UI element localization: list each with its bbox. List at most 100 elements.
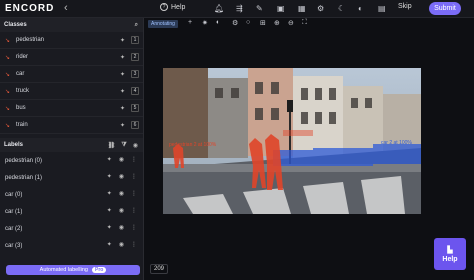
label-name: car (1) (5, 208, 23, 215)
wand-icon[interactable]: ✦ (120, 105, 125, 112)
eye-icon[interactable]: ◉ (119, 173, 124, 180)
more-icon[interactable]: ⋮ (131, 207, 137, 214)
wand-icon[interactable]: ✦ (107, 190, 112, 197)
label-item[interactable]: car (1) ✦ ◉ ⋮ (0, 203, 143, 220)
label-item[interactable]: pedestrian (1) ✦ ◉ ⋮ (0, 169, 143, 186)
wand-icon[interactable]: ✦ (107, 173, 112, 180)
hotkey-badge: 1 (131, 36, 139, 44)
polygon-icon: ↘ (5, 54, 11, 61)
help-floating-button[interactable]: ▙ Help (434, 238, 466, 270)
annotation-label-pedestrian: pedestrian 2 at 100% (169, 142, 217, 148)
zoom-in-icon[interactable]: ⊕ (274, 19, 280, 27)
wand-icon[interactable]: ✦ (120, 37, 125, 44)
label-item[interactable]: car (2) ✦ ◉ ⋮ (0, 220, 143, 237)
wand-icon[interactable]: ✦ (120, 122, 125, 129)
help-button[interactable]: ? Help (160, 3, 185, 11)
wand-icon[interactable]: ✦ (120, 71, 125, 78)
help-label: Help (171, 3, 186, 11)
link-icon[interactable]: ⛓ (108, 142, 116, 149)
docs-icon[interactable]: ◐ (358, 4, 363, 13)
eye-icon[interactable]: ◉ (119, 190, 124, 197)
eye-icon[interactable]: ◉ (119, 156, 124, 163)
moon-icon[interactable]: ☾ (338, 4, 345, 13)
eye-icon[interactable]: ◉ (119, 224, 124, 231)
wand-icon[interactable]: ✦ (107, 224, 112, 231)
sidebar: Classes ⌕ ↘ pedestrian ✦ 1 ↘ rider ✦ 2 ↘ c… (0, 18, 144, 280)
class-item-truck[interactable]: ↘ truck ✦ 4 (0, 83, 143, 100)
automated-labelling-label: Automated labelling (39, 267, 88, 273)
crosshair-icon[interactable]: + (188, 19, 192, 26)
question-icon: ? (160, 3, 168, 11)
hotkey-badge: 5 (131, 104, 139, 112)
wand-icon[interactable]: ✦ (120, 54, 125, 61)
label-name: car (3) (5, 242, 23, 249)
image-canvas[interactable]: pedestrian 2 at 100% car 2 at 100% (163, 68, 421, 214)
file-icon[interactable]: ▤ (378, 4, 386, 13)
label-item[interactable]: pedestrian (0) ✦ ◉ ⋮ (0, 152, 143, 169)
filter-icon[interactable]: ⧩ (121, 142, 126, 149)
street-scene-image: pedestrian 2 at 100% car 2 at 100% (163, 68, 421, 214)
class-name: bus (16, 105, 26, 111)
more-icon[interactable]: ⋮ (131, 241, 137, 248)
more-icon[interactable]: ⋮ (131, 156, 137, 163)
chat-icon: ▙ (447, 246, 453, 254)
label-name: pedestrian (1) (5, 174, 43, 181)
polygon-icon: ↘ (5, 105, 11, 112)
more-icon[interactable]: ⋮ (131, 224, 137, 231)
save-icon[interactable]: ▣ (277, 4, 285, 13)
polygon-icon: ↘ (5, 122, 11, 129)
class-name: truck (16, 88, 30, 94)
hotkey-badge: 6 (131, 121, 139, 129)
search-icon[interactable]: ⌕ (135, 22, 138, 29)
annotation-toolbar: Annotating + ✷ ◐ ⚙ ○ ⊞ ⊕ ⊖ ⛶ (144, 18, 474, 30)
class-item-train[interactable]: ↘ train ✦ 6 (0, 117, 143, 134)
automated-labelling-button[interactable]: Automated labelling Pro (6, 265, 140, 275)
submit-button[interactable]: Submit (429, 2, 461, 15)
wand-icon[interactable]: ✦ (107, 241, 112, 248)
label-name: car (0) (5, 191, 23, 198)
chevron-left-icon[interactable]: ‹ (64, 2, 68, 14)
brightness-icon[interactable]: ✷ (202, 19, 208, 27)
hotkey-badge: 3 (131, 70, 139, 78)
class-item-bus[interactable]: ↘ bus ✦ 5 (0, 100, 143, 117)
frame-number[interactable]: 209 (150, 264, 169, 274)
label-name: pedestrian (0) (5, 157, 43, 164)
bell-icon[interactable]: 🔔︎ (214, 4, 224, 13)
gear-icon[interactable]: ⚙ (317, 4, 324, 13)
hotkey-badge: 2 (131, 53, 139, 61)
classes-header: Classes ⌕ (0, 18, 143, 32)
class-item-pedestrian[interactable]: ↘ pedestrian ✦ 1 (0, 32, 143, 49)
label-item[interactable]: car (3) ✦ ◉ ⋮ (0, 237, 143, 254)
polygon-icon: ↘ (5, 88, 11, 95)
pro-badge: Pro (91, 267, 107, 273)
mode-tag: Annotating (148, 20, 178, 28)
hotkey-badge: 4 (131, 87, 139, 95)
eye-icon[interactable]: ◉ (119, 241, 124, 248)
more-icon[interactable]: ⋮ (131, 190, 137, 197)
top-bar: ENCORD ‹ ? Help 🔔︎ ⇶ ✎ ▣ ▦ ⚙ ☾ ◐ ▤ Skip … (0, 0, 474, 18)
wand-icon[interactable]: ✦ (107, 207, 112, 214)
contrast-icon[interactable]: ◐ (216, 19, 220, 26)
labels-header: Labels ⛓ ⧩ ◉ (0, 138, 143, 152)
app-logo: ENCORD (5, 3, 55, 14)
class-name: pedestrian (16, 37, 45, 43)
label-item[interactable]: car (0) ✦ ◉ ⋮ (0, 186, 143, 203)
settings-icon[interactable]: ⚙ (232, 19, 238, 27)
fit-icon[interactable]: ⛶ (302, 19, 307, 27)
eye-icon[interactable]: ◉ (119, 207, 124, 214)
grid-icon[interactable]: ⊞ (260, 19, 266, 27)
pen-icon[interactable]: ✎ (256, 4, 263, 13)
grid-icon[interactable]: ▦ (298, 4, 306, 13)
polygon-icon: ↘ (5, 37, 11, 44)
wand-icon[interactable]: ✦ (120, 88, 125, 95)
skip-button[interactable]: Skip (398, 3, 412, 10)
class-item-rider[interactable]: ↘ rider ✦ 2 (0, 49, 143, 66)
eye-icon[interactable]: ◉ (133, 142, 138, 149)
share-icon[interactable]: ⇶ (236, 4, 243, 13)
class-item-car[interactable]: ↘ car ✦ 3 (0, 66, 143, 83)
more-icon[interactable]: ⋮ (131, 173, 137, 180)
annotation-label-car: car 2 at 100% (381, 140, 412, 146)
wand-icon[interactable]: ✦ (107, 156, 112, 163)
zoom-out-icon[interactable]: ⊖ (288, 19, 294, 27)
circle-icon[interactable]: ○ (246, 19, 250, 26)
